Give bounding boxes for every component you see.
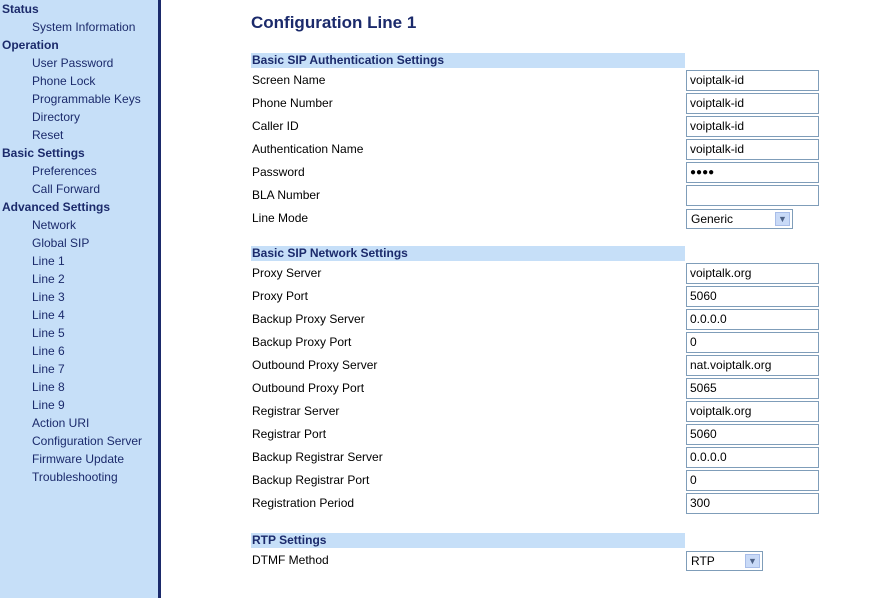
- proxy-server-label: Proxy Server: [252, 266, 322, 280]
- dtmf-method-label: DTMF Method: [252, 553, 329, 567]
- proxy-server-input[interactable]: voiptalk.org: [686, 263, 819, 284]
- form-row: Outbound Proxy Port 5065: [251, 376, 821, 399]
- section-header: Basic SIP Network Settings: [251, 246, 685, 261]
- phone-number-input[interactable]: voiptalk-id: [686, 93, 819, 114]
- proxy-port-label: Proxy Port: [252, 289, 309, 303]
- form-row: Registrar Server voiptalk.org: [251, 399, 821, 422]
- sidebar-item-troubleshooting[interactable]: Troubleshooting: [0, 468, 158, 486]
- sidebar-item-global-sip[interactable]: Global SIP: [0, 234, 158, 252]
- selected-value: Generic: [691, 212, 734, 226]
- sidebar-item-reset[interactable]: Reset: [0, 126, 158, 144]
- caller-id-input[interactable]: voiptalk-id: [686, 116, 819, 137]
- sidebar-item-line-1[interactable]: Line 1: [0, 252, 158, 270]
- sidebar-item-line-3[interactable]: Line 3: [0, 288, 158, 306]
- form-row: Registration Period 300: [251, 491, 821, 514]
- form-row: DTMF Method RTP ▼: [251, 548, 821, 571]
- registrar-server-label: Registrar Server: [252, 404, 340, 418]
- caller-id-label: Caller ID: [252, 119, 299, 133]
- sidebar-section-basic-settings: Basic Settings: [2, 146, 85, 160]
- screen-name-label: Screen Name: [252, 73, 326, 87]
- chevron-down-icon[interactable]: ▼: [745, 554, 760, 568]
- form-row: Caller ID voiptalk-id: [251, 114, 821, 137]
- phone-number-label: Phone Number: [252, 96, 333, 110]
- form-row: Proxy Port 5060: [251, 284, 821, 307]
- form-row: Proxy Server voiptalk.org: [251, 261, 821, 284]
- backup-registrar-port-label: Backup Registrar Port: [252, 473, 370, 487]
- form-row: Backup Registrar Server 0.0.0.0: [251, 445, 821, 468]
- outbound-proxy-port-label: Outbound Proxy Port: [252, 381, 365, 395]
- sidebar-item-programmable-keys[interactable]: Programmable Keys: [0, 90, 158, 108]
- sidebar-item-firmware-update[interactable]: Firmware Update: [0, 450, 158, 468]
- sidebar-item-line-7[interactable]: Line 7: [0, 360, 158, 378]
- outbound-proxy-port-input[interactable]: 5065: [686, 378, 819, 399]
- backup-proxy-server-label: Backup Proxy Server: [252, 312, 365, 326]
- proxy-port-input[interactable]: 5060: [686, 286, 819, 307]
- settings-group: Basic SIP Authentication Settings Screen …: [251, 53, 821, 229]
- backup-proxy-port-input[interactable]: 0: [686, 332, 819, 353]
- form-row: Line Mode Generic ▼: [251, 206, 821, 229]
- form-row: Registrar Port 5060: [251, 422, 821, 445]
- sidebar-item-network[interactable]: Network: [0, 216, 158, 234]
- form-row: Outbound Proxy Server nat.voiptalk.org: [251, 353, 821, 376]
- backup-registrar-server-label: Backup Registrar Server: [252, 450, 383, 464]
- registration-period-input[interactable]: 300: [686, 493, 819, 514]
- sidebar-item-line-9[interactable]: Line 9: [0, 396, 158, 414]
- password-input[interactable]: ●●●●: [686, 162, 819, 183]
- sidebar-item-action-uri[interactable]: Action URI: [0, 414, 158, 432]
- sidebar-item-line-4[interactable]: Line 4: [0, 306, 158, 324]
- settings-group: Basic SIP Network Settings Proxy Server vo…: [251, 246, 821, 514]
- sidebar-item-line-5[interactable]: Line 5: [0, 324, 158, 342]
- outbound-proxy-server-label: Outbound Proxy Server: [252, 358, 378, 372]
- backup-registrar-port-input[interactable]: 0: [686, 470, 819, 491]
- form-row: Phone Number voiptalk-id: [251, 91, 821, 114]
- section-header: RTP Settings: [251, 533, 685, 548]
- sidebar-item-line-6[interactable]: Line 6: [0, 342, 158, 360]
- settings-group: RTP Settings DTMF Method RTP ▼: [251, 533, 821, 571]
- sidebar-item-directory[interactable]: Directory: [0, 108, 158, 126]
- sidebar-item-phone-lock[interactable]: Phone Lock: [0, 72, 158, 90]
- authentication-name-input[interactable]: voiptalk-id: [686, 139, 819, 160]
- screen-name-input[interactable]: voiptalk-id: [686, 70, 819, 91]
- sidebar-section-operation: Operation: [2, 38, 59, 52]
- form-row: Password ●●●●: [251, 160, 821, 183]
- password-label: Password: [252, 165, 305, 179]
- bla-number-label: BLA Number: [252, 188, 321, 202]
- sidebar-item-call-forward[interactable]: Call Forward: [0, 180, 158, 198]
- form-row: Backup Proxy Port 0: [251, 330, 821, 353]
- bla-number-input[interactable]: [686, 185, 819, 206]
- sidebar-item-user-password[interactable]: User Password: [0, 54, 158, 72]
- form-row: Authentication Name voiptalk-id: [251, 137, 821, 160]
- sidebar-section-advanced-settings: Advanced Settings: [2, 200, 111, 214]
- registration-period-label: Registration Period: [252, 496, 355, 510]
- backup-proxy-port-label: Backup Proxy Port: [252, 335, 352, 349]
- line-mode-label: Line Mode: [252, 211, 309, 225]
- outbound-proxy-server-input[interactable]: nat.voiptalk.org: [686, 355, 819, 376]
- form-row: Screen Name voiptalk-id: [251, 68, 821, 91]
- form-row: BLA Number: [251, 183, 821, 206]
- sidebar-nav: Status System Information Operation User Pa…: [0, 0, 161, 598]
- dtmf-method-select[interactable]: RTP ▼: [686, 551, 763, 571]
- registrar-server-input[interactable]: voiptalk.org: [686, 401, 819, 422]
- authentication-name-label: Authentication Name: [252, 142, 364, 156]
- form-row: Backup Registrar Port 0: [251, 468, 821, 491]
- line-mode-select[interactable]: Generic ▼: [686, 209, 793, 229]
- page-title: Configuration Line 1: [251, 13, 417, 32]
- registrar-port-input[interactable]: 5060: [686, 424, 819, 445]
- form-row: Backup Proxy Server 0.0.0.0: [251, 307, 821, 330]
- sidebar-item-system-information[interactable]: System Information: [0, 18, 158, 36]
- chevron-down-icon[interactable]: ▼: [775, 212, 790, 226]
- sidebar-section-status: Status: [2, 2, 39, 16]
- section-header: Basic SIP Authentication Settings: [251, 53, 685, 68]
- selected-value: RTP: [691, 554, 715, 568]
- sidebar-item-configuration-server[interactable]: Configuration Server: [0, 432, 158, 450]
- sidebar-item-line-2[interactable]: Line 2: [0, 270, 158, 288]
- backup-registrar-server-input[interactable]: 0.0.0.0: [686, 447, 819, 468]
- sidebar-item-preferences[interactable]: Preferences: [0, 162, 158, 180]
- registrar-port-label: Registrar Port: [252, 427, 327, 441]
- sidebar-item-line-8[interactable]: Line 8: [0, 378, 158, 396]
- backup-proxy-server-input[interactable]: 0.0.0.0: [686, 309, 819, 330]
